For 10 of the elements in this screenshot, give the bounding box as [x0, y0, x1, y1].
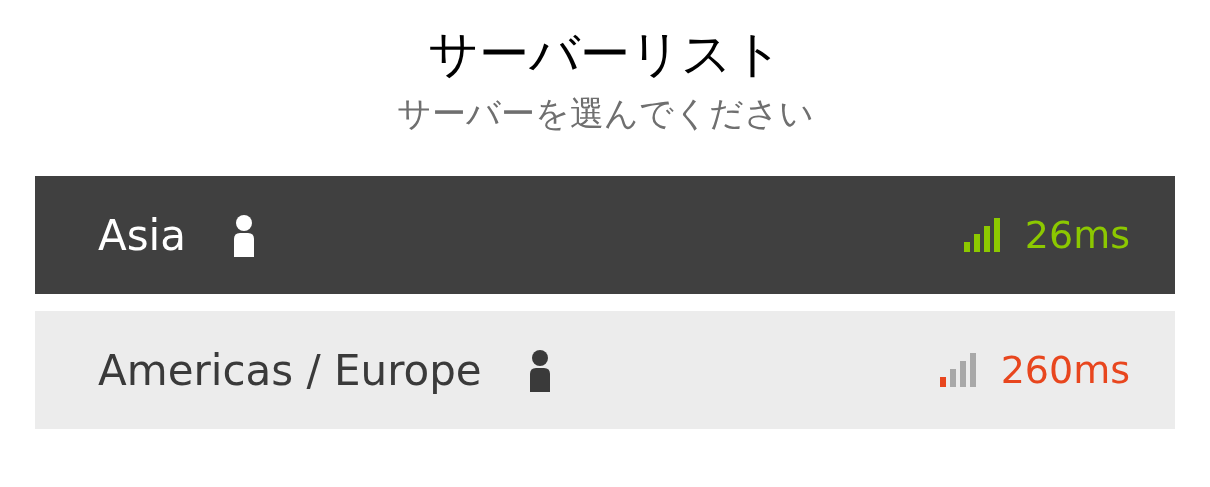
- ping-time: 260ms: [1000, 346, 1130, 394]
- server-row[interactable]: Asia 26ms: [35, 176, 1175, 294]
- server-row[interactable]: Americas / Europe 260ms: [35, 311, 1175, 429]
- ping-time: 26ms: [1024, 211, 1130, 259]
- person-icon: [527, 348, 552, 392]
- page-title: サーバーリスト: [427, 24, 783, 85]
- server-name: Asia: [98, 209, 187, 262]
- page-subtitle: サーバーを選んでください: [396, 92, 814, 135]
- server-name: Americas / Europe: [98, 344, 482, 397]
- person-icon: [232, 213, 257, 257]
